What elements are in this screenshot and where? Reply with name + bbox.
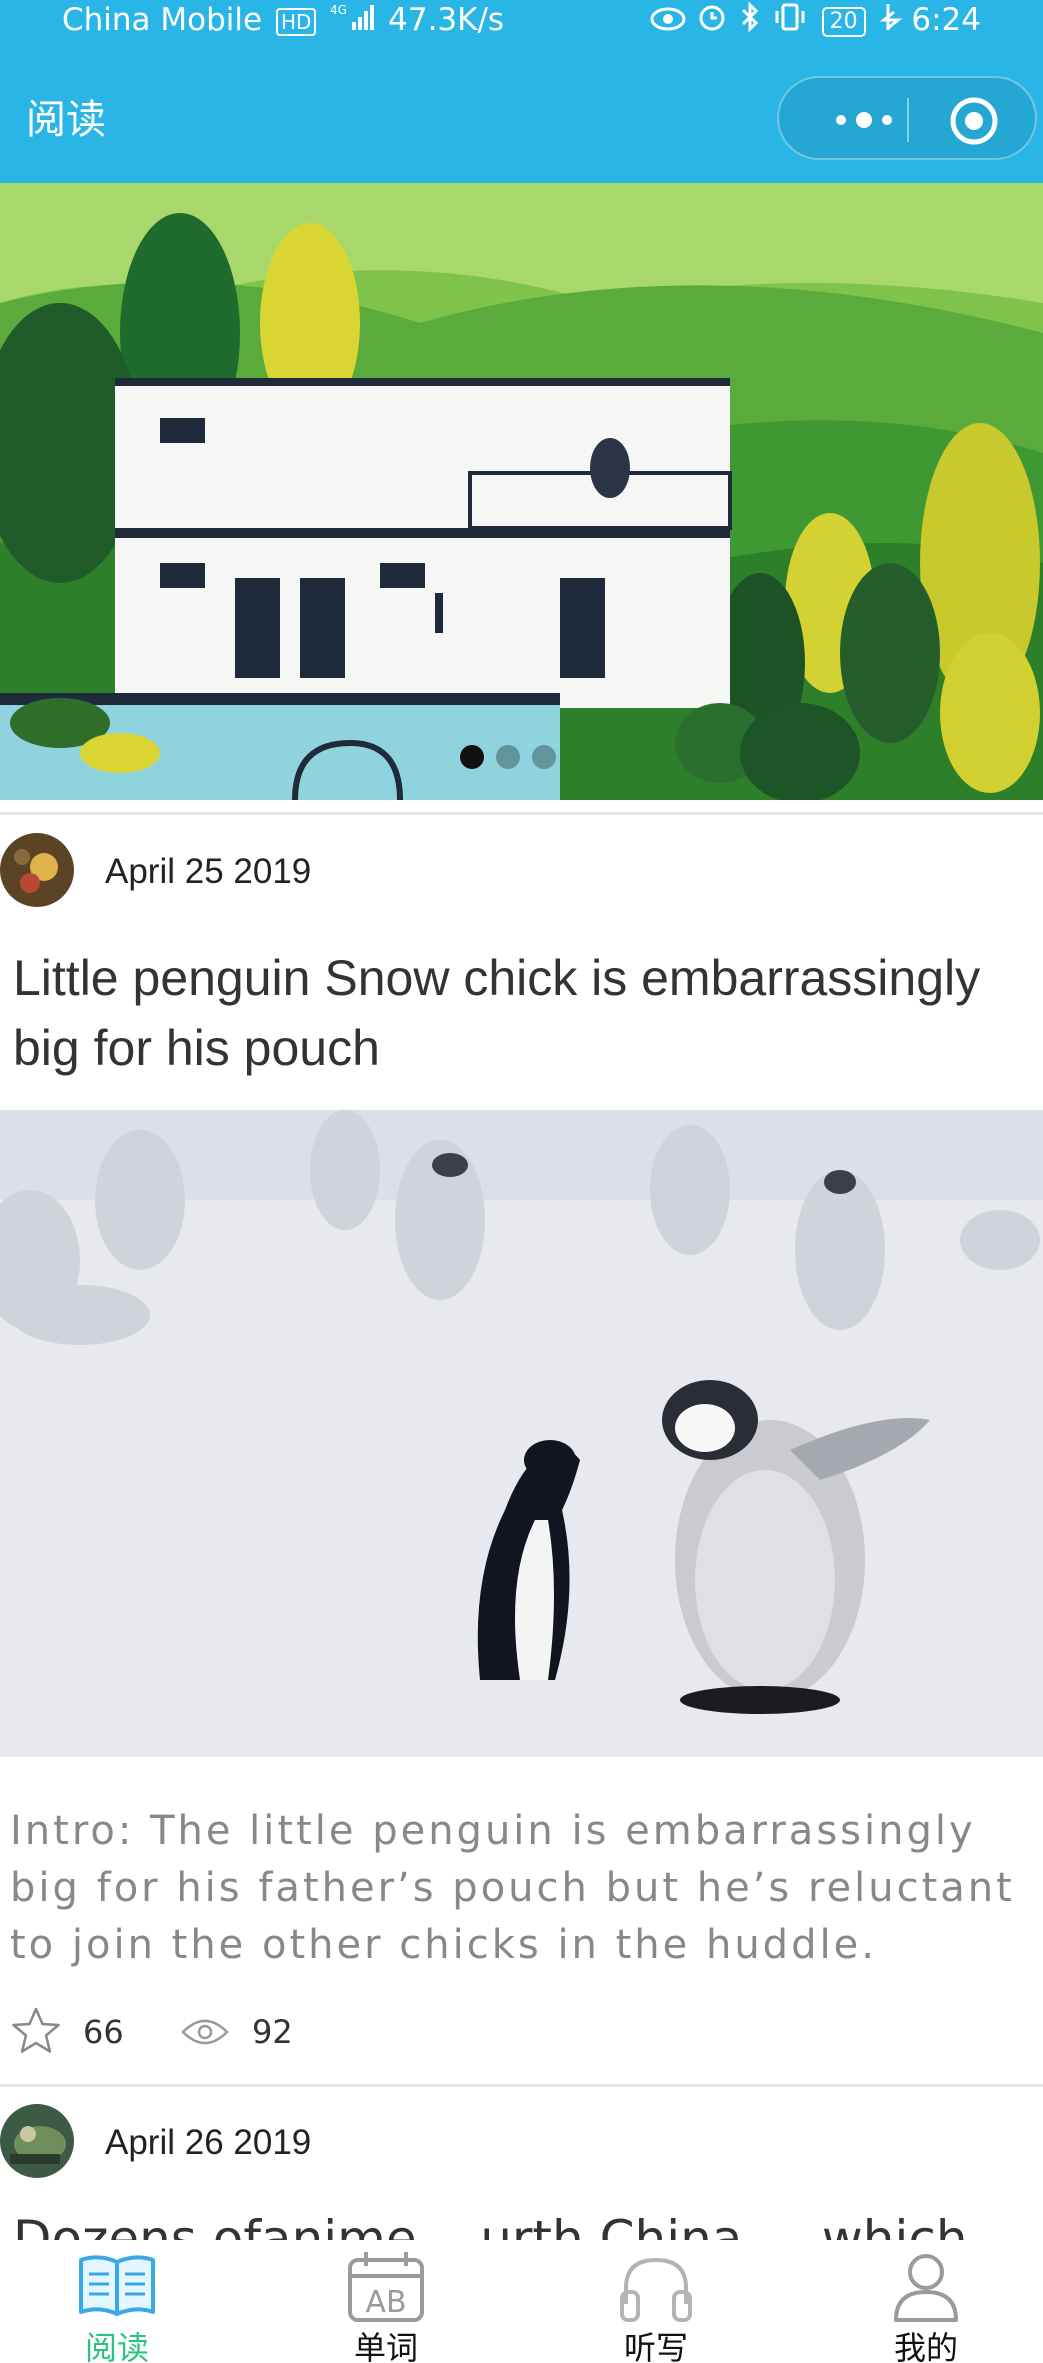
divider bbox=[0, 812, 1043, 815]
headphones-icon bbox=[620, 2257, 692, 2322]
star-icon[interactable] bbox=[10, 2006, 62, 2060]
carousel-dot[interactable] bbox=[496, 745, 520, 769]
network-label: 4G bbox=[330, 3, 347, 17]
tab-bar: 阅读 AB 单词 听写 我的 bbox=[0, 2240, 1043, 2363]
battery-indicator: 20 bbox=[821, 6, 866, 37]
tab-label: 我的 bbox=[893, 2329, 958, 2363]
post-intro: Intro: The little penguin is embarrassin… bbox=[10, 1808, 1031, 1968]
tab-profile[interactable]: 我的 bbox=[846, 2240, 1006, 2363]
view-icon bbox=[180, 2016, 230, 2052]
post-title[interactable]: Little penguin Snow chick is embarrassin… bbox=[13, 943, 1033, 1083]
book-icon bbox=[79, 2255, 155, 2316]
bluetooth-icon bbox=[738, 0, 762, 43]
charging-icon bbox=[879, 2, 902, 42]
miniprogram-capsule bbox=[777, 76, 1037, 160]
star-count: 66 bbox=[83, 2013, 124, 2051]
post-image[interactable] bbox=[0, 1110, 1043, 1757]
capsule-divider bbox=[907, 98, 909, 142]
post-date: April 25 2019 bbox=[105, 852, 312, 891]
status-left: China Mobile HD 4G 47.3K/s bbox=[62, 0, 504, 42]
tab-words[interactable]: AB 单词 bbox=[306, 2240, 466, 2363]
header: China Mobile HD 4G 47.3K/s 20 6:24 阅读 bbox=[0, 0, 1043, 183]
tab-label: 听写 bbox=[623, 2329, 688, 2363]
carrier-label: China Mobile bbox=[62, 2, 263, 38]
carousel-dot-active[interactable] bbox=[460, 745, 484, 769]
status-bar: China Mobile HD 4G 47.3K/s 20 6:24 bbox=[0, 0, 1043, 42]
eye-icon bbox=[650, 2, 686, 42]
tab-dictation[interactable]: 听写 bbox=[576, 2240, 736, 2363]
avatar[interactable] bbox=[0, 2104, 74, 2178]
calendar-ab-icon: AB bbox=[348, 2252, 424, 2322]
banner-carousel[interactable] bbox=[0, 183, 1043, 800]
post-date: April 26 2019 bbox=[105, 2123, 312, 2162]
tab-label: 单词 bbox=[353, 2329, 418, 2363]
svg-text:AB: AB bbox=[365, 2285, 406, 2320]
tab-label: 阅读 bbox=[84, 2329, 149, 2363]
more-dots-icon bbox=[836, 112, 892, 128]
vibrate-icon bbox=[772, 1, 808, 43]
more-button[interactable] bbox=[819, 102, 909, 138]
status-right: 20 6:24 bbox=[650, 0, 981, 43]
close-button[interactable] bbox=[949, 96, 999, 146]
user-icon bbox=[894, 2254, 958, 2322]
network-speed: 47.3K/s bbox=[388, 2, 505, 38]
avatar[interactable] bbox=[0, 833, 74, 907]
hd-badge: HD bbox=[275, 7, 317, 36]
alarm-icon bbox=[696, 1, 728, 43]
target-icon bbox=[950, 97, 998, 145]
page-title: 阅读 bbox=[26, 97, 106, 143]
divider bbox=[0, 2084, 1043, 2087]
banner-image bbox=[0, 183, 1043, 800]
view-count: 92 bbox=[252, 2013, 293, 2051]
clock-time: 6:24 bbox=[911, 2, 981, 38]
signal-icon: 4G bbox=[330, 2, 378, 42]
tab-read[interactable]: 阅读 bbox=[37, 2240, 197, 2363]
carousel-dot[interactable] bbox=[532, 745, 556, 769]
